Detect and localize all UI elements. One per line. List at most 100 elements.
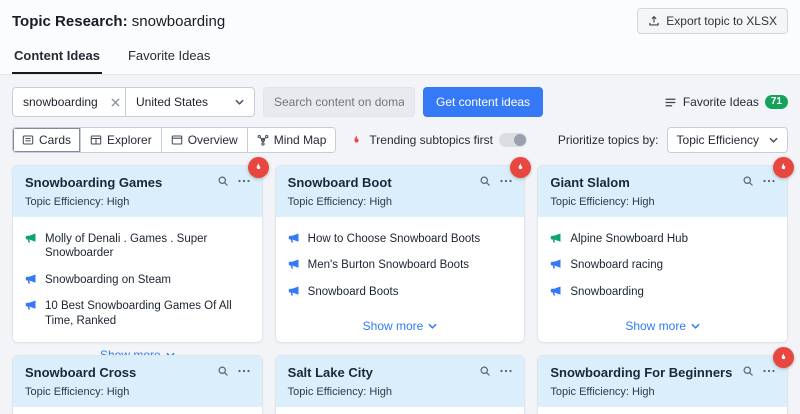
favorite-ideas-link[interactable]: Favorite Ideas 71 [664,95,788,109]
content-idea-item[interactable]: Snowboard Boots [288,285,513,299]
topic-card: Salt Lake City Topic Efficiency: High [275,355,526,414]
content-idea-text: Snowboarding [570,285,644,299]
trending-toggle[interactable] [499,133,527,147]
card-search-icon[interactable] [217,365,229,377]
prioritize-select-value: Topic Efficiency [677,133,759,147]
card-title[interactable]: Salt Lake City [288,365,373,380]
topic-efficiency-label: Topic Efficiency: High [550,196,775,208]
card-body: Molly of Denali . Games . Super Snowboar… [13,217,262,372]
card-actions [742,365,775,377]
topic-efficiency-label: Topic Efficiency: High [25,386,250,398]
page-title-prefix: Topic Research: [12,13,128,30]
trending-fire-badge [773,157,794,178]
search-row: United States Get content ideas Favorite… [0,75,800,117]
topic-card: Snowboarding Games Topic Efficiency: Hig… [12,165,263,343]
trending-fire-badge [773,347,794,368]
topic-search-input[interactable] [13,95,105,109]
toggle-knob [514,134,526,146]
card-title[interactable]: Snowboarding Games [25,175,162,190]
fire-icon [350,134,363,147]
megaphone-icon [288,285,300,297]
show-more-link[interactable]: Show more [550,311,775,343]
content-idea-item[interactable]: 10 Best Snowboarding Games Of All Time, … [25,299,250,328]
tab-favorite-ideas[interactable]: Favorite Ideas [126,40,212,74]
show-more-link[interactable]: Show more [288,311,513,343]
trending-subtopics-control: Trending subtopics first [350,133,527,147]
fire-icon [778,162,789,173]
card-search-icon[interactable] [742,365,754,377]
content-idea-text: Men's Burton Snowboard Boots [308,258,469,272]
content-idea-text: 10 Best Snowboarding Games Of All Time, … [45,299,250,328]
card-title[interactable]: Snowboard Cross [25,365,136,380]
export-button[interactable]: Export topic to XLSX [637,8,788,34]
view-tab-overview[interactable]: Overview [162,128,248,152]
export-button-label: Export topic to XLSX [666,14,777,28]
topic-card: Snowboarding For Beginners Topic Efficie… [537,355,788,414]
export-icon [648,15,660,27]
content-idea-item[interactable]: Alpine Snowboard Hub [550,232,775,246]
card-search-icon[interactable] [742,175,754,187]
clear-search-icon[interactable] [105,88,125,116]
content-idea-item[interactable]: Snowboarding [550,285,775,299]
view-tab-label: Cards [39,133,71,147]
card-more-options-icon[interactable] [500,175,512,187]
content-idea-item[interactable]: Snowboard racing [550,258,775,272]
megaphone-icon [550,285,562,297]
card-body: How to Choose Snowboard Boots Men's Burt… [276,217,525,343]
prioritize-select[interactable]: Topic Efficiency [667,127,788,153]
prioritize-label: Prioritize topics by: [558,133,659,147]
card-title[interactable]: Snowboarding For Beginners [550,365,732,380]
get-content-ideas-button[interactable]: Get content ideas [423,87,543,117]
card-body [538,407,787,414]
card-more-options-icon[interactable] [763,365,775,377]
domain-search-input[interactable] [263,87,415,117]
megaphone-icon [25,273,37,285]
tab-content-ideas[interactable]: Content Ideas [12,40,102,74]
megaphone-icon [25,299,37,311]
card-more-options-icon[interactable] [500,365,512,377]
card-search-icon[interactable] [479,365,491,377]
content-idea-item[interactable]: How to Choose Snowboard Boots [288,232,513,246]
view-tab-explorer[interactable]: Explorer [81,128,162,152]
view-tab-mind-map[interactable]: Mind Map [248,128,336,152]
top-bar: Topic Research: snowboarding Export topi… [0,0,800,38]
chevron-down-icon [691,323,700,329]
content-idea-item[interactable]: Molly of Denali . Games . Super Snowboar… [25,232,250,261]
cards-view-icon [22,134,34,146]
topic-efficiency-label: Topic Efficiency: High [25,196,250,208]
megaphone-icon [288,232,300,244]
card-title[interactable]: Giant Slalom [550,175,629,190]
card-header: Salt Lake City Topic Efficiency: High [276,356,525,407]
card-body [13,407,262,414]
content-idea-text: Snowboard Boots [308,285,399,299]
content-idea-item[interactable]: Men's Burton Snowboard Boots [288,258,513,272]
card-search-icon[interactable] [217,175,229,187]
trending-fire-badge [248,157,269,178]
card-more-options-icon[interactable] [238,175,250,187]
card-body [276,407,525,414]
country-select[interactable]: United States [126,88,254,116]
view-tab-cards[interactable]: Cards [13,128,81,152]
show-more-label: Show more [363,319,424,333]
fire-icon [778,352,789,363]
card-actions [217,365,250,377]
trending-fire-badge [510,157,531,178]
view-toolbar: Cards Explorer Overview Mind Map Trendin… [0,117,800,163]
page-title: Topic Research: snowboarding [12,13,225,30]
card-actions [217,175,250,187]
view-switcher: Cards Explorer Overview Mind Map [12,127,336,153]
content-idea-item[interactable]: Snowboarding on Steam [25,273,250,287]
topic-research-page: Topic Research: snowboarding Export topi… [0,0,800,414]
megaphone-icon [25,232,37,244]
show-more-label: Show more [625,319,686,333]
card-header: Snowboarding Games Topic Efficiency: Hig… [13,166,262,217]
overview-view-icon [171,134,183,146]
card-header: Giant Slalom Topic Efficiency: High [538,166,787,217]
card-body: Alpine Snowboard Hub Snowboard racing Sn… [538,217,787,343]
card-search-icon[interactable] [479,175,491,187]
card-title[interactable]: Snowboard Boot [288,175,392,190]
card-more-options-icon[interactable] [238,365,250,377]
topic-efficiency-label: Topic Efficiency: High [288,196,513,208]
card-more-options-icon[interactable] [763,175,775,187]
favorite-ideas-label: Favorite Ideas [683,95,759,109]
